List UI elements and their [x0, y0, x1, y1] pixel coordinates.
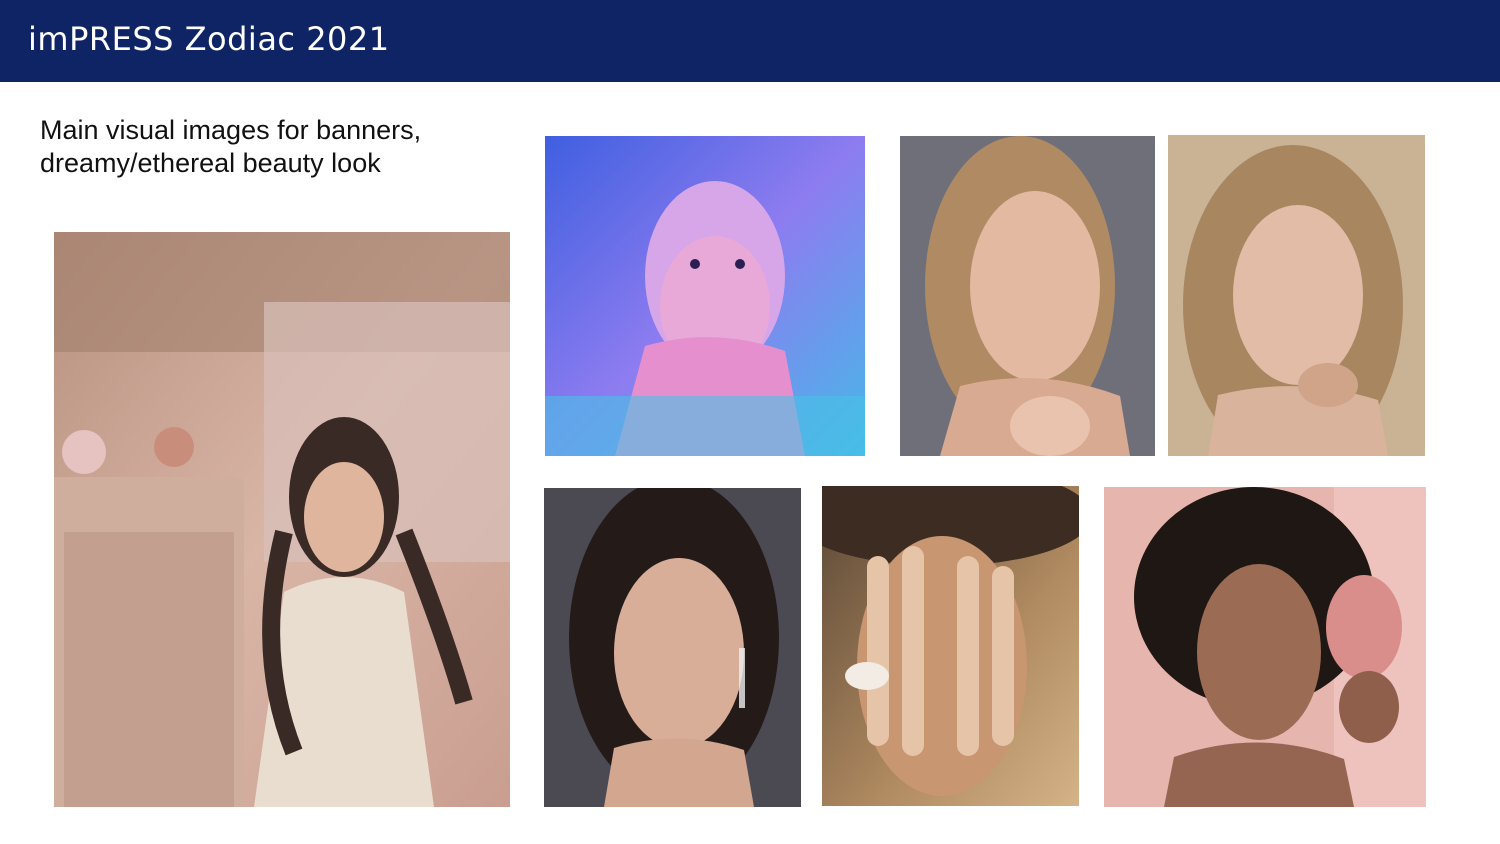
slide-title: imPRESS Zodiac 2021: [28, 20, 390, 58]
caption-line-2: dreamy/ethereal beauty look: [40, 148, 381, 178]
caption-line-1: Main visual images for banners,: [40, 115, 422, 145]
portrait-photo-icon: [545, 136, 865, 456]
blonde-portrait-photo: [900, 136, 1155, 456]
slide-caption: Main visual images for banners, dreamy/e…: [40, 114, 510, 180]
windswept-portrait-photo: [1168, 135, 1425, 456]
curly-hair-portrait-photo: [1104, 487, 1426, 807]
title-bar: imPRESS Zodiac 2021: [0, 0, 1500, 82]
brunette-portrait-photo: [544, 488, 801, 807]
main-portrait-photo: [54, 232, 510, 807]
portrait-photo-icon: [900, 136, 1155, 456]
portrait-photo-icon: [544, 488, 801, 807]
neon-portrait-photo: [545, 136, 865, 456]
pearl-nails-portrait-photo: [822, 486, 1079, 806]
portrait-photo-icon: [54, 232, 510, 807]
portrait-photo-icon: [1168, 135, 1425, 456]
portrait-photo-icon: [822, 486, 1079, 806]
portrait-photo-icon: [1104, 487, 1426, 807]
